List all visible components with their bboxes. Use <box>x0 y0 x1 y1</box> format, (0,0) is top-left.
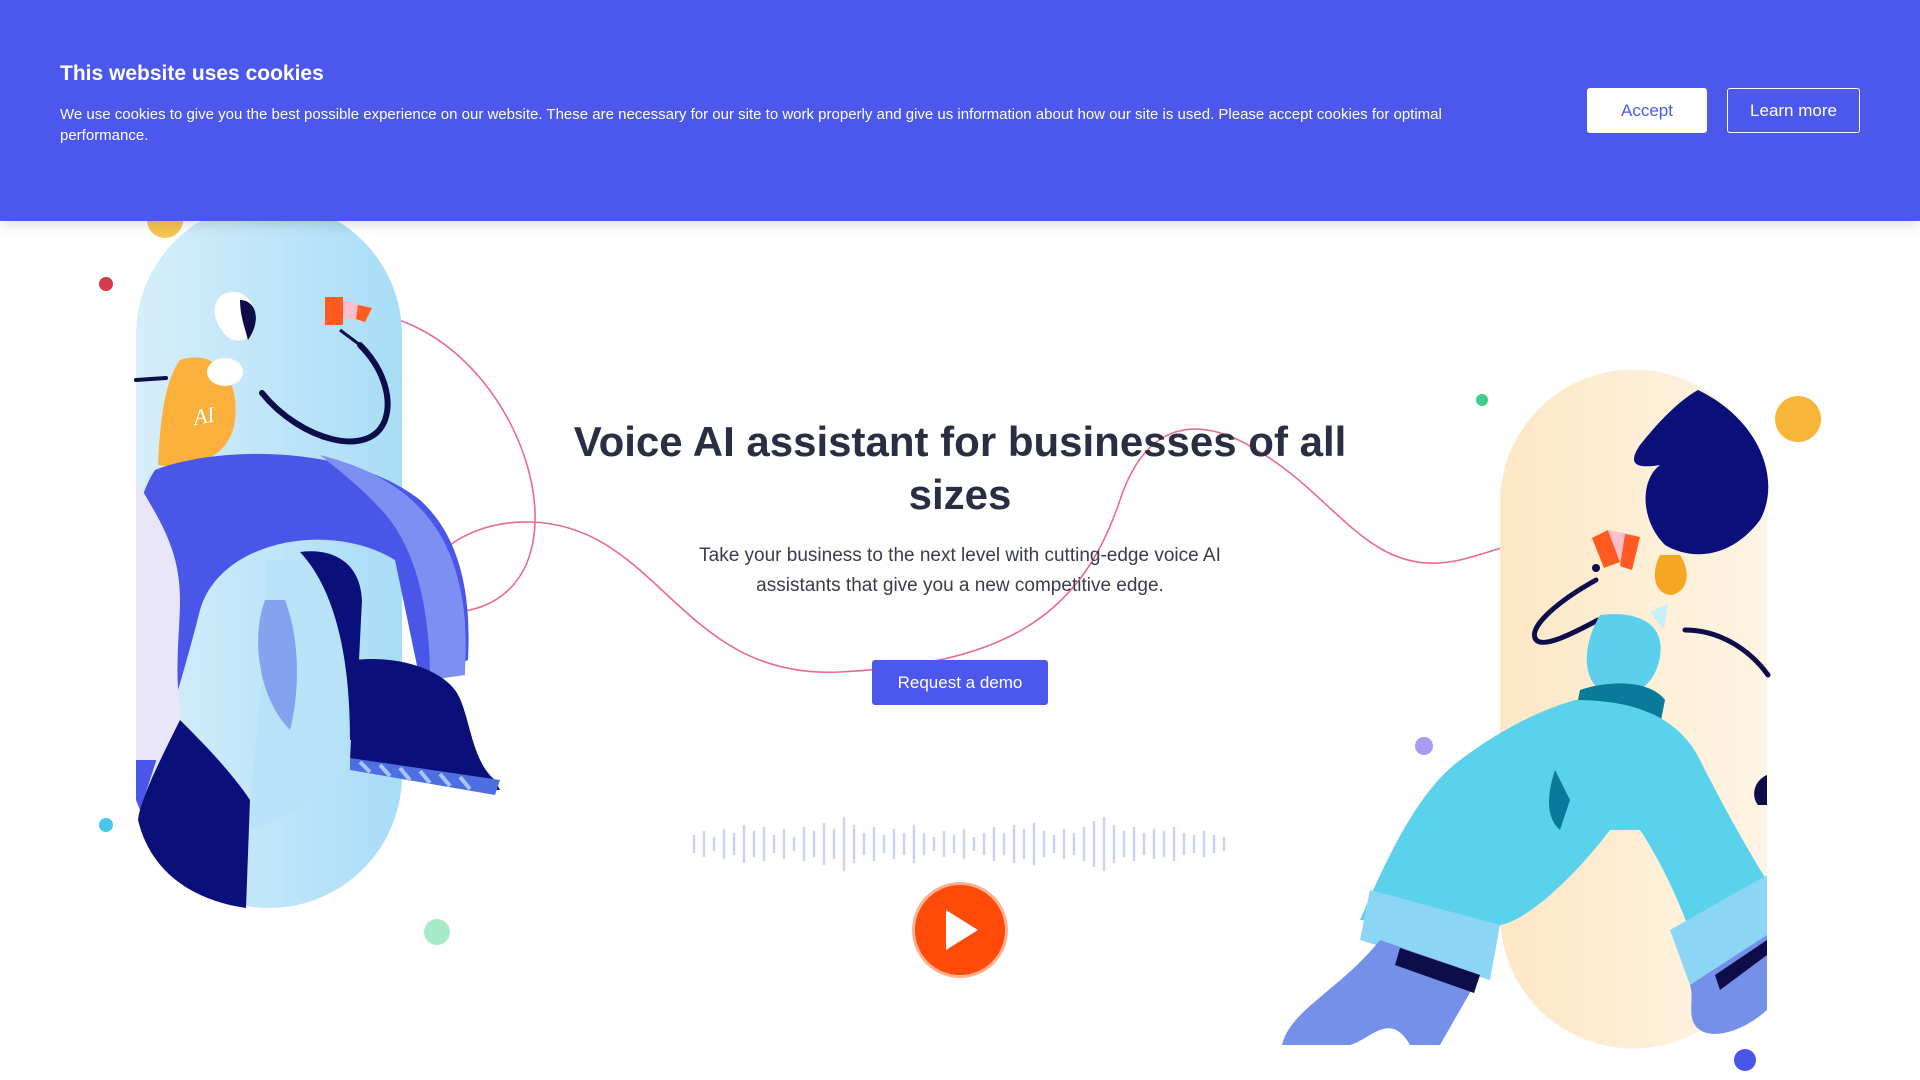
decor-dot <box>1415 737 1433 755</box>
decor-dot <box>99 277 113 291</box>
play-icon <box>946 910 978 950</box>
hero-title: Voice AI assistant for businesses of all… <box>573 418 1347 518</box>
decor-dot <box>1775 396 1821 442</box>
cookie-banner-text: We use cookies to give you the best poss… <box>60 106 1442 144</box>
decor-dot <box>1476 394 1488 406</box>
accept-cookies-button[interactable]: Accept <box>1587 88 1707 133</box>
cookie-banner: This website uses cookies We use cookies… <box>0 0 1920 221</box>
decor-dot <box>424 919 450 945</box>
decor-dot <box>1734 1049 1756 1071</box>
cookie-banner-title: This website uses cookies <box>60 62 324 85</box>
request-demo-button[interactable]: Request a demo <box>872 660 1048 705</box>
voice-waveform <box>692 816 1226 872</box>
hero-subtitle: Take your business to the next level wit… <box>699 545 1221 596</box>
play-button[interactable] <box>912 882 1008 978</box>
decor-dot <box>99 818 113 832</box>
learn-more-button[interactable]: Learn more <box>1727 88 1860 133</box>
